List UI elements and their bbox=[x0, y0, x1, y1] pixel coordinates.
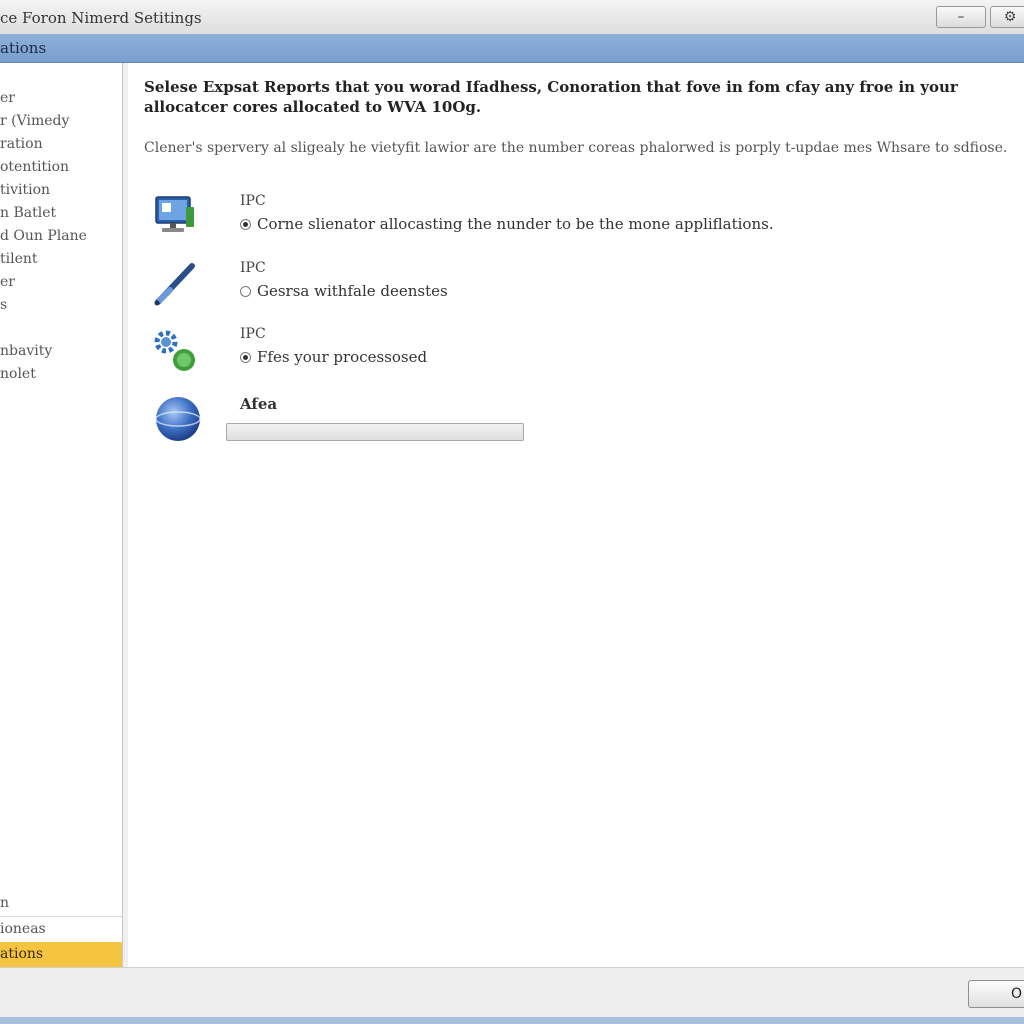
sidebar-item[interactable]: n Batlet bbox=[0, 202, 122, 225]
option-label: IPC bbox=[240, 193, 266, 209]
sidebar-item-selected[interactable]: ations bbox=[0, 942, 122, 967]
sidebar-bottom-item[interactable]: n bbox=[0, 891, 122, 916]
header-title: ations bbox=[0, 39, 47, 57]
option-text: Ffes your processosed bbox=[257, 348, 428, 366]
option-row: IPC Corne slienator allocasting the nund… bbox=[148, 193, 1008, 253]
gears-icon bbox=[154, 330, 195, 371]
page-heading: Selese Expsat Reports that you worad Ifa… bbox=[144, 78, 958, 116]
sidebar-bottom-list: n ioneas ations bbox=[0, 891, 122, 967]
sidebar-list: er r (Vimedy ration otentition tivition … bbox=[0, 87, 122, 386]
option-label: IPC bbox=[240, 326, 266, 342]
sidebar-item[interactable]: tivition bbox=[0, 179, 122, 202]
radio-button-checked[interactable] bbox=[240, 351, 251, 363]
brush-icon bbox=[154, 263, 195, 306]
sidebar-item[interactable]: tilent bbox=[0, 248, 122, 271]
option-text: Gesrsa withfale deenstes bbox=[257, 282, 448, 300]
radio-button-checked[interactable] bbox=[240, 218, 251, 230]
title-bar: ce Foron Nimerd Setitings – ⚙ bbox=[0, 0, 1024, 35]
option-radio-row[interactable]: Ffes your processosed bbox=[240, 348, 427, 366]
bottom-strip bbox=[0, 1017, 1024, 1024]
sidebar-item[interactable]: nbavity bbox=[0, 340, 122, 363]
sidebar: er r (Vimedy ration otentition tivition … bbox=[0, 63, 123, 967]
sidebar-item[interactable]: nolet bbox=[0, 363, 122, 386]
sidebar-item[interactable] bbox=[0, 317, 122, 340]
sidebar-bottom-item[interactable]: ioneas bbox=[0, 916, 122, 942]
progress-bar bbox=[226, 423, 524, 441]
progress-section: Afea bbox=[148, 393, 1008, 453]
sidebar-item[interactable]: ration bbox=[0, 133, 122, 156]
sidebar-item[interactable]: s bbox=[0, 294, 122, 317]
option-row: IPC Gesrsa withfale deenstes bbox=[148, 260, 1008, 320]
option-row: IPC Ffes your processosed bbox=[148, 326, 1008, 386]
sidebar-item[interactable]: d Oun Plane bbox=[0, 225, 122, 248]
footer-bar: O bbox=[0, 967, 1024, 1018]
option-radio-row[interactable]: Gesrsa withfale deenstes bbox=[240, 282, 448, 300]
radio-button[interactable] bbox=[240, 285, 251, 297]
page-description: Clener's spervery al sligealy he vietyfi… bbox=[144, 140, 1008, 156]
settings-window: ce Foron Nimerd Setitings – ⚙ ations er … bbox=[0, 0, 1024, 1024]
header-bar: ations bbox=[0, 34, 1024, 63]
sidebar-item[interactable]: r (Vimedy bbox=[0, 110, 122, 133]
option-label: IPC bbox=[240, 260, 266, 276]
option-text: Corne slienator allocasting the nunder t… bbox=[257, 215, 774, 233]
ok-button[interactable]: O bbox=[968, 980, 1024, 1008]
progress-heading: Afea bbox=[240, 395, 278, 413]
sidebar-item[interactable]: otentition bbox=[0, 156, 122, 179]
window-title: ce Foron Nimerd Setitings bbox=[0, 9, 202, 27]
main-content: Selese Expsat Reports that you worad Ifa… bbox=[128, 63, 1024, 967]
monitor-icon bbox=[155, 196, 194, 232]
sidebar-item[interactable]: er bbox=[0, 87, 122, 110]
sidebar-item[interactable]: er bbox=[0, 271, 122, 294]
minimize-button[interactable]: – bbox=[936, 6, 986, 28]
globe-icon bbox=[155, 397, 201, 441]
option-radio-row[interactable]: Corne slienator allocasting the nunder t… bbox=[240, 215, 774, 233]
window-menu-button[interactable]: ⚙ bbox=[990, 6, 1024, 28]
